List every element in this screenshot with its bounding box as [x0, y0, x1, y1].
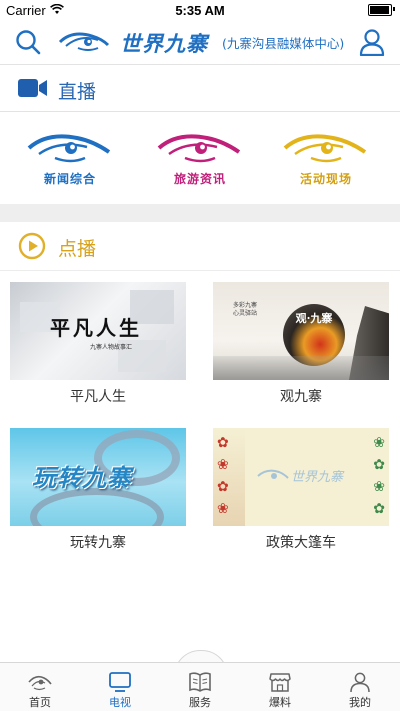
battery-tip — [393, 7, 395, 11]
thumbnail-title: 观·九寨 — [295, 312, 333, 325]
live-channel-travel[interactable]: 旅游资讯 — [150, 122, 250, 196]
live-channel-row: 新闻综合 旅游资讯 活动现场 — [0, 112, 400, 204]
status-bar: Carrier 5:35 AM — [0, 0, 400, 20]
tab-label: 爆料 — [269, 696, 291, 709]
tab-home[interactable]: 首页 — [0, 663, 80, 711]
thumbnail-subtitle: 九寨人物故事汇 — [90, 344, 133, 351]
live-section-header: 直播 — [0, 65, 400, 112]
news-channel-logo-icon — [27, 134, 111, 163]
video-thumbnail[interactable]: ✿ ❀ ✿ ❀ ❀ ✿ ❀ ✿ 世界九寨 — [213, 428, 389, 526]
video-caption: 玩转九寨 — [70, 535, 126, 551]
video-card[interactable]: 平凡人生 九寨人物故事汇 平凡人生 — [10, 282, 186, 406]
tab-profile[interactable]: 我的 — [320, 663, 400, 711]
video-card[interactable]: 玩转九寨 玩转九寨 — [10, 428, 186, 552]
travel-channel-logo-icon — [157, 134, 241, 163]
play-circle-icon — [18, 232, 46, 264]
events-channel-logo-icon — [283, 134, 367, 163]
video-camera-icon — [18, 78, 48, 102]
video-card[interactable]: ✿ ❀ ✿ ❀ ❀ ✿ ❀ ✿ 世界九寨 政策大篷车 — [213, 428, 389, 552]
tab-services[interactable]: 服务 — [160, 663, 240, 711]
tab-report[interactable]: 爆料 — [240, 663, 320, 711]
video-thumbnail[interactable]: 玩转九寨 — [10, 428, 186, 526]
app-logo: 世界九寨 — [58, 28, 218, 56]
tab-label: 服务 — [189, 696, 211, 709]
vod-section-header: 点播 — [0, 222, 400, 271]
floral-border-right: ❀ ✿ ❀ ✿ — [373, 435, 385, 517]
tab-tv[interactable]: 电视 — [80, 663, 160, 711]
thumbnail-title: 玩转九寨 — [32, 464, 132, 492]
home-logo-icon — [28, 671, 52, 693]
header-subtitle: (九寨沟县融媒体中心) — [222, 36, 345, 51]
live-channel-label: 旅游资讯 — [173, 172, 226, 186]
person-icon — [348, 671, 372, 693]
book-icon — [188, 671, 212, 693]
tab-label: 我的 — [349, 696, 371, 709]
video-caption: 政策大篷车 — [266, 535, 336, 551]
video-caption: 观九寨 — [280, 389, 322, 405]
clock: 5:35 AM — [175, 3, 225, 18]
video-caption: 平凡人生 — [70, 389, 126, 405]
search-icon[interactable] — [14, 28, 42, 56]
tab-bar: 首页 电视 服务 爆料 我的 — [0, 662, 400, 711]
shop-icon — [268, 671, 292, 693]
section-divider — [0, 204, 400, 222]
logo-mark-icon — [257, 469, 289, 479]
thumbnail-title: 平凡人生 — [50, 316, 142, 340]
thumbnail-subtitle: 多彩九寨 心灵驿站 — [233, 302, 258, 317]
live-channel-label: 活动现场 — [299, 172, 352, 186]
user-icon[interactable] — [358, 28, 386, 57]
live-section-title: 直播 — [58, 81, 97, 103]
tab-label: 电视 — [109, 696, 131, 709]
vod-section-title: 点播 — [58, 238, 97, 260]
battery-icon — [368, 4, 392, 16]
tab-label: 首页 — [29, 696, 51, 709]
video-thumbnail[interactable]: 平凡人生 九寨人物故事汇 — [10, 282, 186, 380]
live-channel-news[interactable]: 新闻综合 — [20, 122, 120, 196]
video-thumbnail[interactable]: 观·九寨 多彩九寨 心灵驿站 — [213, 282, 389, 380]
app-header: 世界九寨 (九寨沟县融媒体中心) — [0, 20, 400, 65]
thumbnail-title: 世界九寨 — [291, 470, 344, 485]
live-channel-label: 新闻综合 — [43, 172, 96, 186]
live-channel-events[interactable]: 活动现场 — [276, 122, 376, 196]
tv-icon — [108, 671, 132, 693]
logo-text: 世界九寨 — [120, 31, 208, 56]
video-card[interactable]: 观·九寨 多彩九寨 心灵驿站 观九寨 — [213, 282, 389, 406]
floral-border-left: ✿ ❀ ✿ ❀ — [217, 435, 229, 517]
